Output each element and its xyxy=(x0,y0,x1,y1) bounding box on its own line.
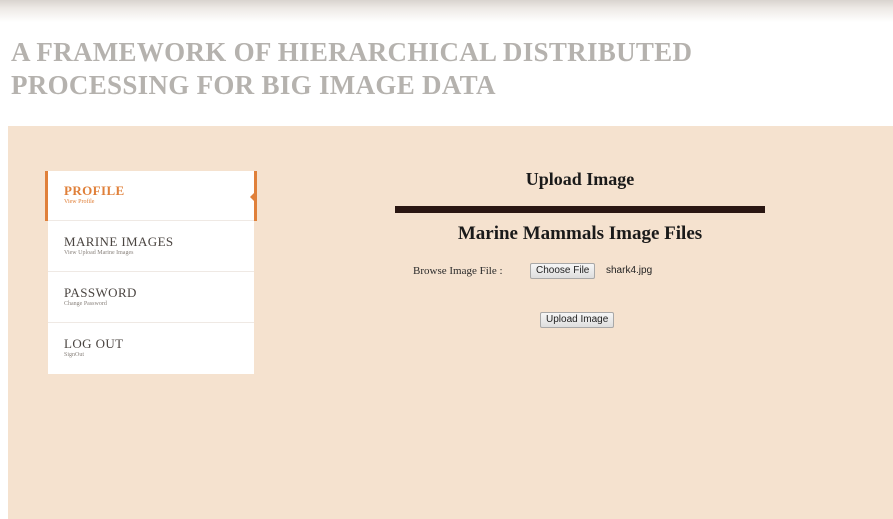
section-divider xyxy=(395,206,765,213)
upload-image-button[interactable]: Upload Image xyxy=(540,312,615,328)
sidebar-item-marine-images[interactable]: MARINE IMAGES View Upload Marine Images xyxy=(48,222,254,272)
main-content: PROFILE View Profile MARINE IMAGES View … xyxy=(8,126,893,519)
browse-image-label: Browse Image File : xyxy=(413,265,503,277)
site-title: A FRAMEWORK OF HIERARCHICAL DISTRIBUTED … xyxy=(11,36,731,102)
site-title-line-2: PROCESSING FOR BIG IMAGE DATA xyxy=(11,70,496,100)
sidebar-item-sublabel: Change Password xyxy=(64,301,107,307)
sidebar-item-label: LOG OUT xyxy=(64,336,124,351)
sidebar-item-sublabel: View Upload Marine Images xyxy=(64,250,134,256)
sidebar-item-sublabel: View Profile xyxy=(64,199,95,205)
active-indicator-right xyxy=(254,171,257,221)
top-strip xyxy=(0,0,893,24)
choose-file-button[interactable]: Choose File xyxy=(530,263,596,279)
sidebar-item-label: PASSWORD xyxy=(64,285,137,300)
site-header: A FRAMEWORK OF HIERARCHICAL DISTRIBUTED … xyxy=(8,24,893,126)
sidebar-item-password[interactable]: PASSWORD Change Password xyxy=(48,273,254,323)
active-indicator-left xyxy=(45,171,48,221)
site-title-line-1: A FRAMEWORK OF HIERARCHICAL DISTRIBUTED xyxy=(11,37,693,67)
sidebar-item-sublabel: SignOut xyxy=(64,352,85,358)
sidebar-item-profile[interactable]: PROFILE View Profile xyxy=(45,171,257,221)
marine-files-heading: Marine Mammals Image Files xyxy=(457,223,703,244)
selected-file-name: shark4.jpg xyxy=(606,265,653,276)
sidebar-item-label: PROFILE xyxy=(64,183,125,198)
sidebar-item-log-out[interactable]: LOG OUT SignOut xyxy=(48,324,254,374)
sidebar-item-label: MARINE IMAGES xyxy=(64,234,174,249)
sidebar-menu: PROFILE View Profile MARINE IMAGES View … xyxy=(45,171,257,374)
upload-image-heading: Upload Image xyxy=(525,169,635,189)
